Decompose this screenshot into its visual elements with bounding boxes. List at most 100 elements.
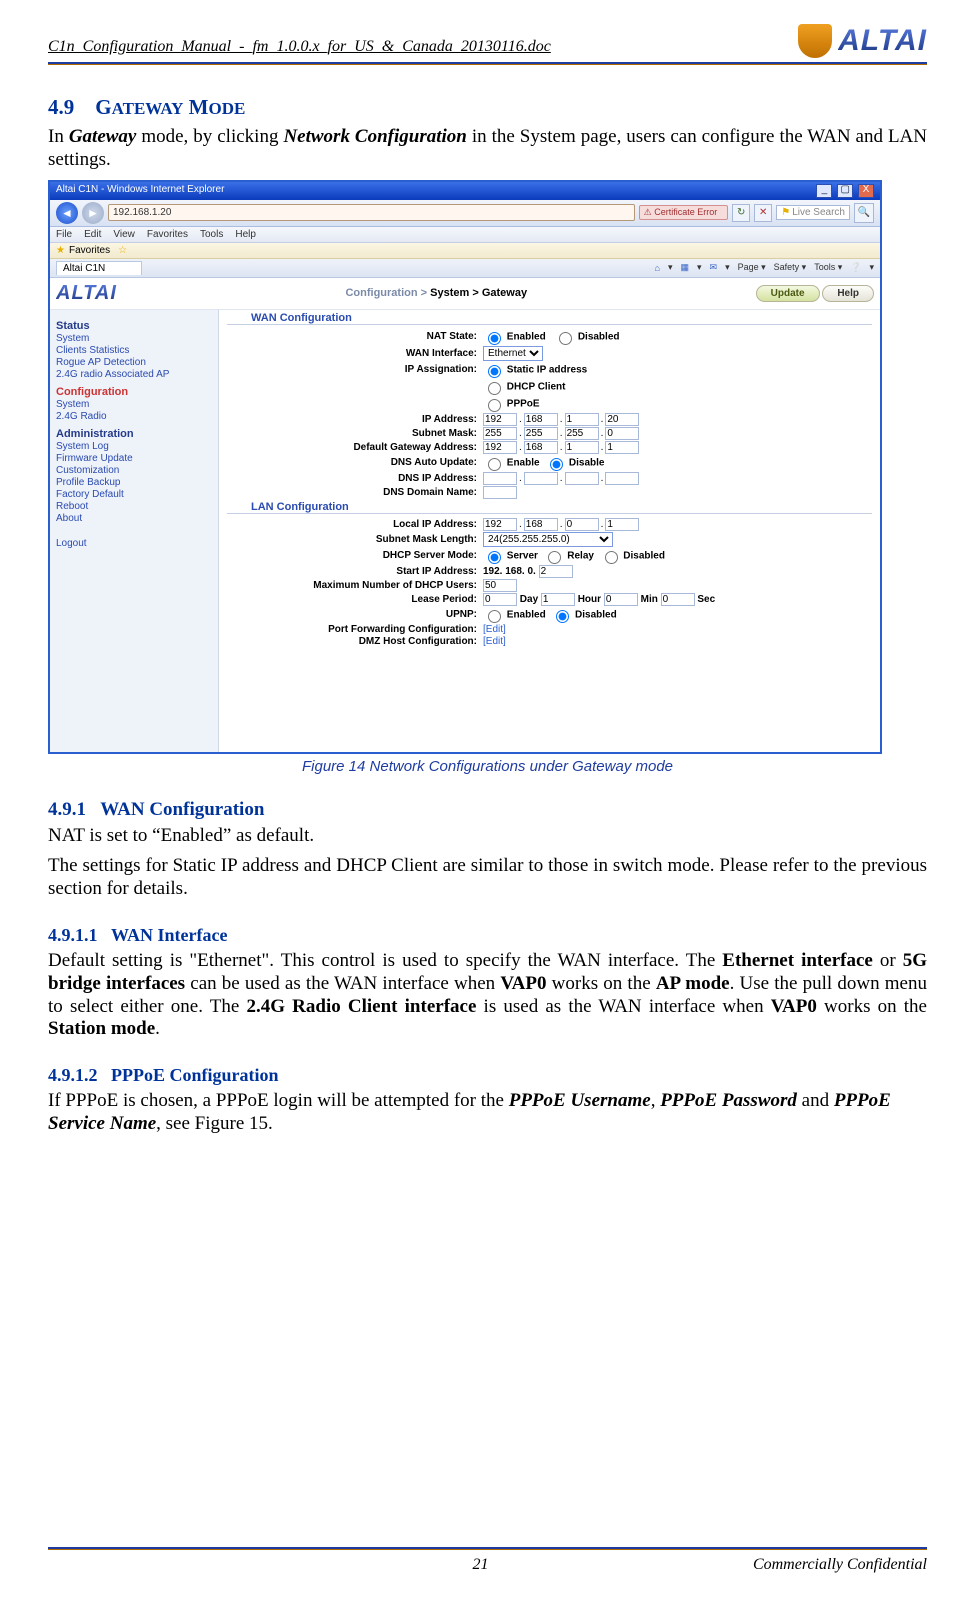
intro-paragraph: In Gateway mode, by clicking Network Con… [48, 126, 927, 172]
nat-default-paragraph: NAT is set to “Enabled” as default. [48, 825, 927, 848]
ipassign-dhcp-radio[interactable] [488, 382, 501, 395]
sidebar-item-system[interactable]: System [56, 333, 212, 344]
lease-sec[interactable] [661, 593, 695, 606]
dns-oct1[interactable] [483, 472, 517, 485]
wan-iface-paragraph: Default setting is "Ethernet". This cont… [48, 950, 927, 1041]
sidebar-item-logout[interactable]: Logout [56, 538, 212, 549]
close-icon[interactable]: X [858, 184, 874, 198]
dmz-edit-link[interactable]: [Edit] [483, 636, 506, 647]
sm-oct3[interactable] [565, 427, 599, 440]
embedded-screenshot: Altai C1N - Windows Internet Explorer _ … [48, 180, 882, 754]
help-icon[interactable]: ❔ [850, 262, 861, 273]
sm-oct1[interactable] [483, 427, 517, 440]
nav-forward-icon[interactable]: ► [82, 202, 104, 224]
sidebar-item-reboot[interactable]: Reboot [56, 501, 212, 512]
lip-oct4[interactable] [605, 518, 639, 531]
refresh-icon[interactable]: ↻ [732, 204, 750, 222]
nav-back-icon[interactable]: ◄ [56, 202, 78, 224]
dns-oct2[interactable] [524, 472, 558, 485]
subnet-length-select[interactable]: 24(255.255.255.0) [483, 532, 613, 547]
label-upnp: UPNP: [227, 609, 483, 620]
sidebar: Status System Clients Statistics Rogue A… [50, 310, 219, 754]
pppoe-paragraph: If PPPoE is chosen, a PPPoE login will b… [48, 1090, 927, 1136]
upnp-enabled-radio[interactable] [488, 610, 501, 623]
dns-oct4[interactable] [605, 472, 639, 485]
label-nat-state: NAT State: [227, 331, 483, 342]
search-box[interactable]: ⚑Live Search [776, 205, 850, 220]
upnp-disabled-radio[interactable] [556, 610, 569, 623]
label-lease: Lease Period: [227, 594, 483, 605]
sidebar-heading-config: Configuration [56, 386, 212, 398]
port-fwd-edit-link[interactable]: [Edit] [483, 624, 506, 635]
section-4-9-1-1-heading: 4.9.1.1 WAN Interface [48, 925, 927, 946]
static-dhcp-paragraph: The settings for Static IP address and D… [48, 855, 927, 901]
sidebar-item-factory[interactable]: Factory Default [56, 489, 212, 500]
favorites-bar[interactable]: ★Favorites☆ [50, 243, 880, 259]
section-4-9-1-heading: 4.9.1 WAN Configuration [48, 799, 927, 821]
sm-oct4[interactable] [605, 427, 639, 440]
ip-oct2[interactable] [524, 413, 558, 426]
help-button[interactable]: Help [822, 285, 874, 302]
figure-caption: Figure 14 Network Configurations under G… [48, 758, 927, 775]
lease-hour[interactable] [541, 593, 575, 606]
minimize-icon[interactable]: _ [816, 184, 832, 198]
label-ip-address: IP Address: [227, 414, 483, 425]
stop-icon[interactable]: ✕ [754, 204, 772, 222]
gw-oct3[interactable] [565, 441, 599, 454]
sidebar-item-about[interactable]: About [56, 513, 212, 524]
sidebar-item-fwupdate[interactable]: Firmware Update [56, 453, 212, 464]
home-icon[interactable]: ⌂ [655, 263, 660, 273]
sm-oct2[interactable] [524, 427, 558, 440]
label-port-fwd: Port Forwarding Configuration: [227, 624, 483, 635]
sidebar-item-cfg-system[interactable]: System [56, 399, 212, 410]
dnsauto-disable-radio[interactable] [550, 458, 563, 471]
page-tools[interactable]: ⌂ ▾ ▦ ▾ ✉ ▾ Page ▾ Safety ▾ Tools ▾ ❔▾ [655, 262, 875, 273]
ip-oct4[interactable] [605, 413, 639, 426]
sidebar-item-rogue[interactable]: Rogue AP Detection [56, 357, 212, 368]
max-dhcp-input[interactable] [483, 579, 517, 592]
sidebar-item-custom[interactable]: Customization [56, 465, 212, 476]
dhcp-relay-radio[interactable] [548, 551, 561, 564]
gw-oct1[interactable] [483, 441, 517, 454]
ip-oct3[interactable] [565, 413, 599, 426]
sidebar-item-cfg-radio[interactable]: 2.4G Radio [56, 411, 212, 422]
sidebar-item-syslog[interactable]: System Log [56, 441, 212, 452]
dhcp-disabled-radio[interactable] [605, 551, 618, 564]
label-dns-auto: DNS Auto Update: [227, 457, 483, 468]
sidebar-item-backup[interactable]: Profile Backup [56, 477, 212, 488]
lip-oct2[interactable] [524, 518, 558, 531]
search-go-icon[interactable]: 🔍 [854, 203, 874, 223]
dns-domain-input[interactable] [483, 486, 517, 499]
sidebar-item-assoc-ap[interactable]: 2.4G radio Associated AP [56, 369, 212, 380]
lip-oct3[interactable] [565, 518, 599, 531]
ipassign-pppoe-radio[interactable] [488, 399, 501, 412]
browser-tab[interactable]: Altai C1N [56, 261, 142, 275]
certificate-error-badge[interactable]: ⚠ Certificate Error [639, 205, 729, 220]
dhcp-server-radio[interactable] [488, 551, 501, 564]
browser-menubar[interactable]: FileEditViewFavoritesToolsHelp [50, 227, 880, 243]
ip-oct1[interactable] [483, 413, 517, 426]
dns-oct3[interactable] [565, 472, 599, 485]
lease-min[interactable] [604, 593, 638, 606]
main-panel: WAN Configuration NAT State: Enabled Dis… [219, 310, 880, 754]
header-rule [48, 62, 927, 65]
lip-oct1[interactable] [483, 518, 517, 531]
update-button[interactable]: Update [756, 285, 820, 302]
label-dhcp-mode: DHCP Server Mode: [227, 550, 483, 561]
start-ip-last[interactable] [539, 565, 573, 578]
star-add-icon[interactable]: ☆ [118, 245, 127, 256]
gw-oct4[interactable] [605, 441, 639, 454]
nat-enabled-radio[interactable] [488, 332, 501, 345]
lease-day[interactable] [483, 593, 517, 606]
gw-oct2[interactable] [524, 441, 558, 454]
dnsauto-enable-radio[interactable] [488, 458, 501, 471]
wan-interface-select[interactable]: Ethernet [483, 346, 543, 361]
address-bar[interactable]: 192.168.1.20 [108, 204, 635, 221]
label-dmz: DMZ Host Configuration: [227, 636, 483, 647]
nat-disabled-radio[interactable] [559, 332, 572, 345]
sidebar-heading-admin: Administration [56, 428, 212, 440]
ipassign-static-radio[interactable] [488, 365, 501, 378]
wan-section-title: WAN Configuration [227, 312, 872, 325]
sidebar-item-clients[interactable]: Clients Statistics [56, 345, 212, 356]
maximize-icon[interactable]: ▢ [837, 184, 853, 198]
